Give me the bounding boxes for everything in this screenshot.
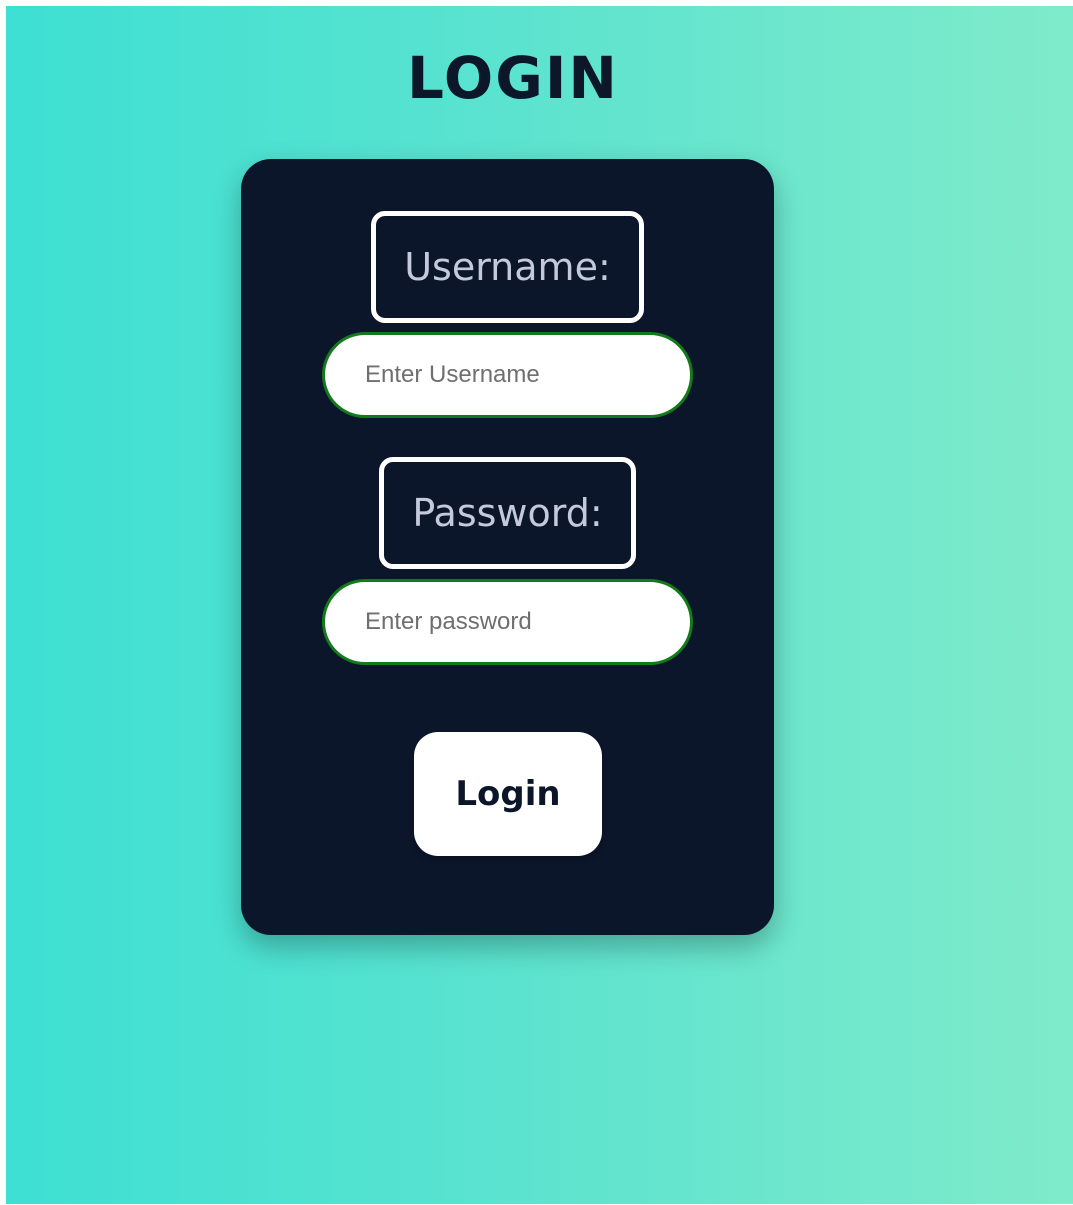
login-button[interactable]: Login xyxy=(414,732,602,856)
login-page: LOGIN Username: Password: Login xyxy=(6,6,1073,1204)
page-title: LOGIN xyxy=(407,44,619,112)
username-input[interactable] xyxy=(322,332,693,418)
username-label: Username: xyxy=(371,211,644,323)
password-label: Password: xyxy=(379,457,636,569)
password-input[interactable] xyxy=(322,579,693,665)
login-card: Username: Password: Login xyxy=(241,159,774,935)
